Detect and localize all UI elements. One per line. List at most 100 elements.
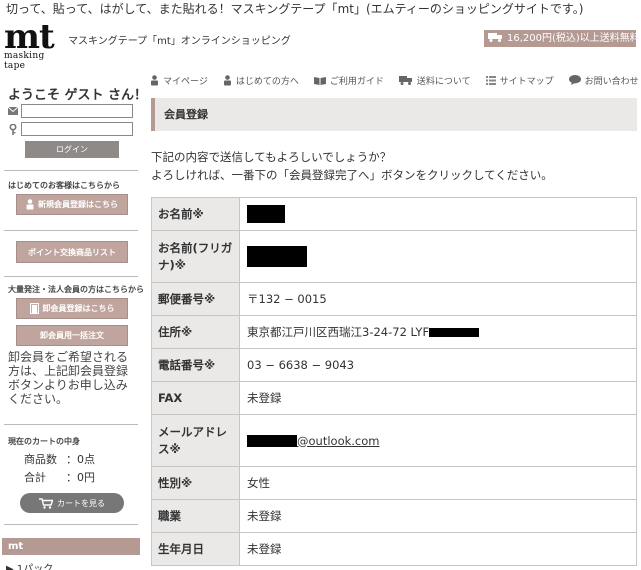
row-label: 電話番号※ <box>151 348 240 382</box>
register-button[interactable]: 新規会員登録はこちら <box>16 194 128 215</box>
cart-title: 現在のカートの中身 <box>8 437 80 446</box>
row-label: お名前※ <box>151 197 240 231</box>
truck-icon <box>488 33 502 42</box>
book-icon <box>313 76 326 85</box>
nav-contact[interactable]: お問い合わせ <box>568 72 639 88</box>
key-icon <box>9 123 17 135</box>
nav-label: 送料について <box>416 76 471 87</box>
person-icon <box>26 199 34 210</box>
free-shipping-badge: 16,200円(税込)以上送料無料 <box>484 30 636 47</box>
row-value: 03 − 6638 − 9043 <box>239 348 637 382</box>
first-time-caption: はじめてのお客様はこちらから <box>8 181 120 190</box>
login-button[interactable]: ログイン <box>25 141 119 158</box>
row-value: 〒132 − 0015 <box>239 282 637 316</box>
password-row <box>8 122 133 136</box>
email-link[interactable]: @outlook.com <box>297 434 379 448</box>
mt-category-header: mt <box>2 538 140 555</box>
confirm-line-1: 下記の内容で送信してもよろしいでしょうか？ <box>151 150 392 164</box>
view-cart-button[interactable]: カートを見る <box>20 493 124 513</box>
nav-first-time[interactable]: はじめての方へ <box>223 72 299 88</box>
cart-count-label: 商品数 <box>24 453 57 466</box>
nav-guide[interactable]: ご利用ガイド <box>313 72 384 88</box>
row-label: メールアドレス※ <box>151 414 240 467</box>
redacted-block <box>429 328 480 337</box>
nav-sitemap[interactable]: サイトマップ <box>485 72 554 88</box>
table-row-fax: FAX 未登録 <box>151 381 637 415</box>
redacted-block <box>247 205 285 223</box>
person-icon <box>223 74 231 85</box>
cart-count: 商品数 ：0点 <box>24 451 95 467</box>
row-value: 東京都江戸川区西瑞江3-24-72 LYF <box>239 315 637 349</box>
page-title: 会員登録 <box>151 98 637 131</box>
table-row-name: お名前※ <box>151 197 637 231</box>
row-label: 職業 <box>151 499 240 533</box>
wholesale-register-button[interactable]: 卸会員登録はこちら <box>16 298 128 319</box>
row-label: 住所※ <box>151 315 240 349</box>
row-value <box>239 197 637 231</box>
category-item-1pack[interactable]: ▶ 1パック <box>6 560 53 570</box>
sidebar-divider <box>4 230 138 231</box>
row-label: 郵便番号※ <box>151 282 240 316</box>
row-value: 未登録 <box>239 381 637 415</box>
cart-total-label: 合計 <box>24 471 46 484</box>
table-row-name-kana: お名前(フリガナ)※ <box>151 230 637 283</box>
row-label: FAX <box>151 381 240 415</box>
confirm-line-2: よろしければ、一番下の「会員登録完了へ」ボタンをクリックしてください。 <box>151 168 553 182</box>
table-row-email: メールアドレス※ @outlook.com <box>151 414 637 467</box>
door-icon <box>29 303 39 314</box>
table-row-birthday: 生年月日 未登録 <box>151 532 637 566</box>
cart-count-value: ：0点 <box>66 453 95 466</box>
row-value: @outlook.com <box>239 414 637 467</box>
row-value: 女性 <box>239 466 637 500</box>
wholesale-caption: 大量発注・法人会員の方はこちらから <box>8 285 144 294</box>
wholesale-note: 卸会員をご希望される方は、上記卸会員登録ボタンよりお申し込みください。 <box>8 350 129 406</box>
address-text: 東京都江戸川区西瑞江3-24-72 LYF <box>247 325 430 339</box>
cart-icon <box>39 497 53 509</box>
list-icon <box>485 75 496 85</box>
email-input[interactable] <box>21 104 133 118</box>
wholesale-register-label: 卸会員登録はこちら <box>42 304 115 313</box>
table-row-gender: 性別※ 女性 <box>151 466 637 500</box>
points-list-button[interactable]: ポイント交換商品リスト <box>16 241 128 263</box>
sidebar-divider <box>4 276 138 277</box>
view-cart-label: カートを見る <box>57 498 105 508</box>
shipping-badge-text: 16,200円(税込)以上送料無料 <box>507 33 636 44</box>
row-label: 生年月日 <box>151 532 240 566</box>
nav-label: サイトマップ <box>499 76 554 87</box>
shop-title: マスキングテープ「mt」オンラインショッピング <box>68 36 291 47</box>
top-nav: マイページ はじめての方へ ご利用ガイド 送料について サイトマップ お問い合わ… <box>150 72 641 88</box>
table-row-phone: 電話番号※ 03 − 6638 − 9043 <box>151 348 637 382</box>
nav-label: お問い合わせ <box>584 76 639 87</box>
password-input[interactable] <box>21 122 133 136</box>
confirm-message: 下記の内容で送信してもよろしいでしょうか？ よろしければ、一番下の「会員登録完了… <box>151 148 553 184</box>
row-value: 未登録 <box>239 499 637 533</box>
wholesale-order-button[interactable]: 卸会員用一括注文 <box>16 325 128 346</box>
row-label: 性別※ <box>151 466 240 500</box>
table-row-postal: 郵便番号※ 〒132 − 0015 <box>151 282 637 316</box>
redacted-block <box>247 246 307 267</box>
nav-shipping[interactable]: 送料について <box>398 72 471 88</box>
registration-confirm-table: お名前※ お名前(フリガナ)※ 郵便番号※ 〒132 − 0015 住所※ 東京… <box>151 197 637 566</box>
sidebar-divider <box>4 424 138 425</box>
logo-subtext: masking tape <box>4 51 45 71</box>
mt-logo[interactable]: mt masking tape <box>4 17 66 71</box>
nav-label: はじめての方へ <box>235 76 299 87</box>
email-row <box>8 104 133 118</box>
register-label: 新規会員登録はこちら <box>38 200 118 209</box>
sidebar-divider <box>4 170 138 171</box>
site-tagline: 切って、貼って、はがして、また貼れる！マスキングテープ「mt」(エムティーのショ… <box>6 2 584 16</box>
logo-text: mt <box>4 17 55 57</box>
nav-label: マイページ <box>163 76 208 87</box>
welcome-message: ようこそ ゲスト さん！ <box>8 88 148 103</box>
envelope-icon <box>8 107 18 115</box>
table-row-occupation: 職業 未登録 <box>151 499 637 533</box>
nav-label: ご利用ガイド <box>329 76 384 87</box>
table-row-address: 住所※ 東京都江戸川区西瑞江3-24-72 LYF <box>151 315 637 349</box>
sidebar-divider <box>4 524 138 525</box>
cart-total: 合計 ：0円 <box>24 469 95 485</box>
redacted-block <box>247 435 297 447</box>
nav-mypage[interactable]: マイページ <box>150 72 208 88</box>
truck-icon <box>398 76 412 85</box>
row-label: お名前(フリガナ)※ <box>151 230 240 283</box>
cart-total-value: ：0円 <box>66 471 95 484</box>
